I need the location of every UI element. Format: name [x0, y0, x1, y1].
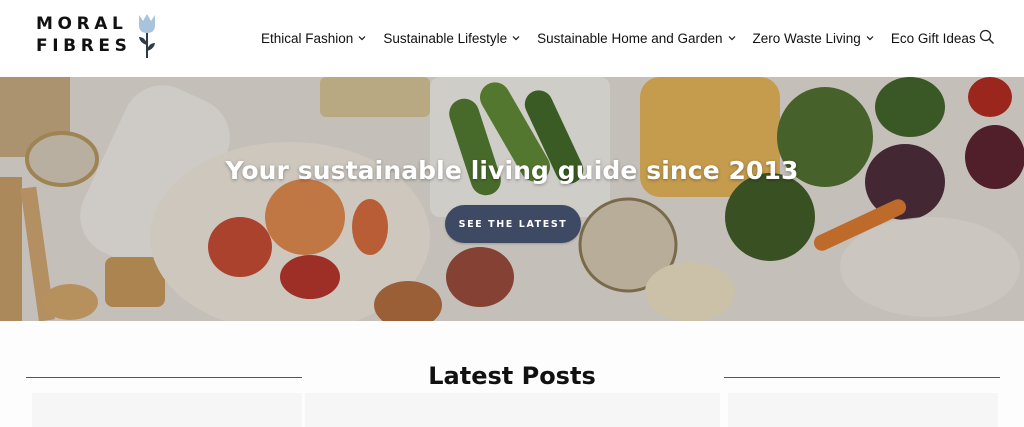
logo-wordmark: MORAL FIBRES — [36, 13, 131, 57]
chevron-down-icon — [512, 36, 520, 41]
main-nav: Ethical Fashion Sustainable Lifestyle Su… — [261, 29, 976, 47]
logo-line-1: MORAL — [36, 14, 128, 34]
site-header: MORAL FIBRES Ethical Fashion Sustainable… — [0, 0, 1024, 77]
latest-posts-section: Latest Posts — [0, 321, 1024, 427]
nav-item-sustainable-lifestyle[interactable]: Sustainable Lifestyle — [383, 31, 520, 46]
chevron-down-icon — [728, 36, 735, 41]
post-card-placeholder — [32, 393, 302, 427]
logo-line-2: FIBRES — [36, 36, 132, 56]
nav-item-label: Eco Gift Ideas — [890, 30, 976, 46]
nav-item-label: Sustainable Home and Garden — [537, 30, 723, 46]
nav-item-sustainable-home-garden[interactable]: Sustainable Home and Garden — [537, 31, 735, 46]
hero-banner: Your sustainable living guide since 2013… — [0, 77, 1024, 321]
chevron-down-icon — [866, 36, 874, 41]
post-card-placeholder — [728, 393, 998, 427]
post-card-placeholder — [305, 393, 720, 427]
see-the-latest-button[interactable]: SEE THE LATEST — [445, 205, 581, 243]
nav-item-ethical-fashion[interactable]: Ethical Fashion — [261, 31, 366, 46]
nav-item-label: Sustainable Lifestyle — [383, 30, 508, 46]
divider-right — [724, 377, 1000, 378]
section-title: Latest Posts — [428, 362, 596, 390]
site-logo[interactable]: MORAL FIBRES — [36, 13, 161, 61]
tulip-icon — [139, 14, 155, 58]
nav-item-zero-waste-living[interactable]: Zero Waste Living — [753, 31, 874, 46]
nav-item-label: Ethical Fashion — [261, 30, 354, 46]
nav-item-label: Zero Waste Living — [752, 30, 861, 46]
chevron-down-icon — [358, 36, 366, 41]
search-icon[interactable] — [979, 29, 995, 45]
hero-overlay — [0, 77, 1024, 321]
nav-item-eco-gift-ideas[interactable]: Eco Gift Ideas — [891, 31, 976, 46]
hero-title: Your sustainable living guide since 2013 — [225, 156, 799, 185]
